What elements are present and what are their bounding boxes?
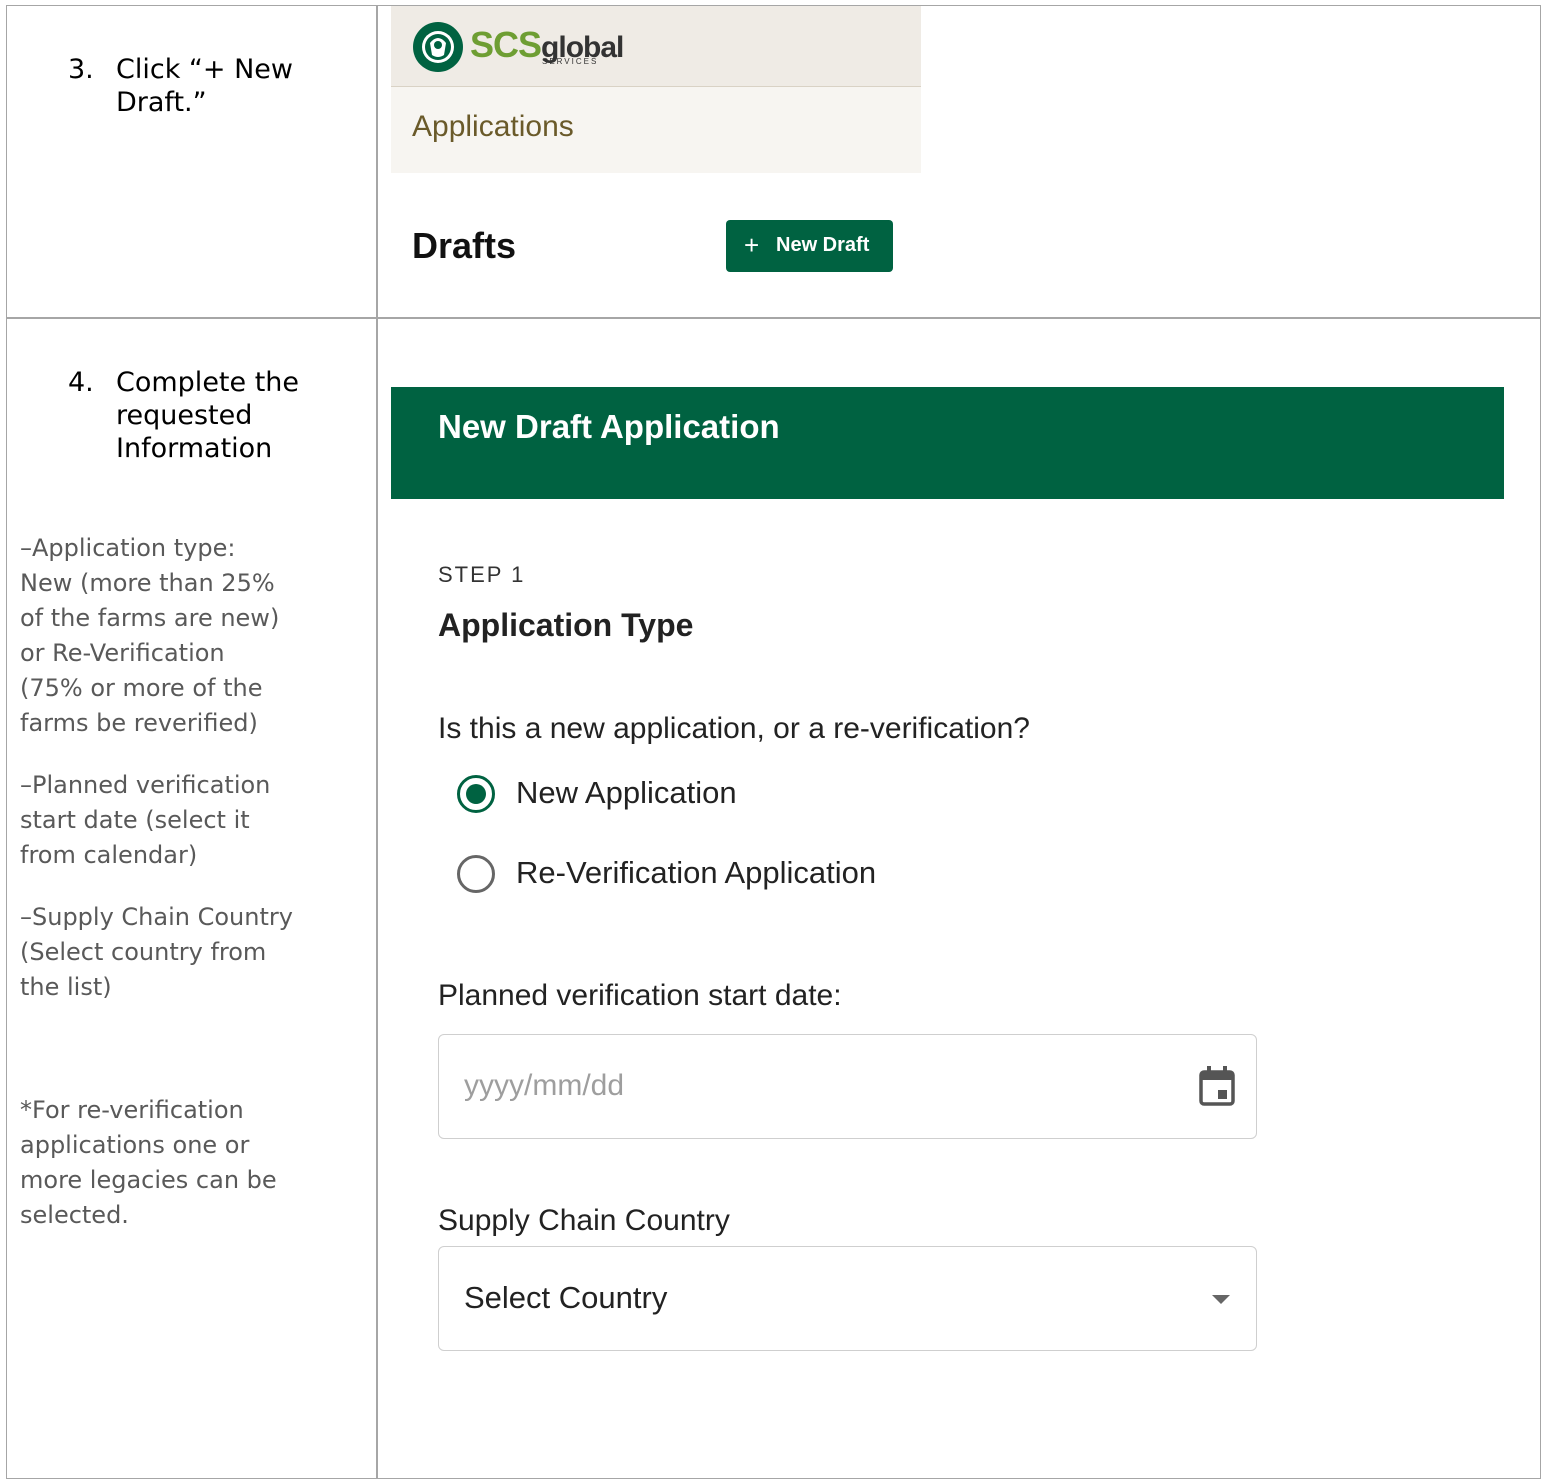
country-field-label: Supply Chain Country — [438, 1204, 730, 1237]
logo-scs: SCS — [470, 24, 542, 65]
radio-reverification[interactable] — [457, 855, 495, 893]
step-text: Click “+ New Draft.” — [116, 54, 294, 118]
step-title: Application Type — [438, 607, 694, 643]
column-divider — [376, 5, 378, 1479]
radio-new-application[interactable] — [457, 775, 495, 813]
new-draft-label: New Draft — [776, 234, 870, 256]
application-type-question: Is this a new application, or a re-verif… — [438, 712, 1030, 745]
start-date-input[interactable]: yyyy/mm/dd — [438, 1034, 1257, 1139]
step-number: 3. — [68, 54, 94, 85]
chevron-down-icon[interactable] — [1212, 1295, 1230, 1304]
nav-applications[interactable]: Applications — [412, 110, 574, 144]
plus-icon: + — [744, 230, 760, 260]
step-text: Complete the requested Information — [116, 367, 300, 464]
note-start-date: –Planned verification start date (select… — [20, 771, 271, 869]
form-title: New Draft Application — [438, 408, 780, 445]
radio-label-new[interactable]: New Application — [516, 775, 737, 811]
country-select[interactable]: Select Country — [438, 1246, 1257, 1351]
note-country: –Supply Chain Country (Select country fr… — [20, 903, 293, 1001]
date-field-label: Planned verification start date: — [438, 979, 842, 1012]
note-application-type: –Application type: New (more than 25% of… — [20, 534, 280, 737]
date-placeholder: yyyy/mm/dd — [464, 1069, 625, 1102]
row-divider — [6, 317, 1541, 319]
calendar-icon[interactable] — [1199, 1066, 1235, 1111]
radio-label-reverification[interactable]: Re-Verification Application — [516, 855, 876, 891]
step-4-instruction: 4. Complete the requested Information — [68, 366, 368, 476]
note-legacies: *For re-verification applications one or… — [20, 1096, 277, 1229]
new-draft-button[interactable]: + New Draft — [726, 220, 893, 272]
step-label: STEP 1 — [438, 562, 526, 587]
drafts-heading: Drafts — [412, 225, 517, 266]
country-select-value: Select Country — [464, 1280, 668, 1315]
step-number: 4. — [68, 367, 94, 398]
logo-subtitle: SERVICES — [542, 57, 599, 66]
step-3-instruction: 3. Click “+ New Draft.” — [68, 53, 368, 133]
